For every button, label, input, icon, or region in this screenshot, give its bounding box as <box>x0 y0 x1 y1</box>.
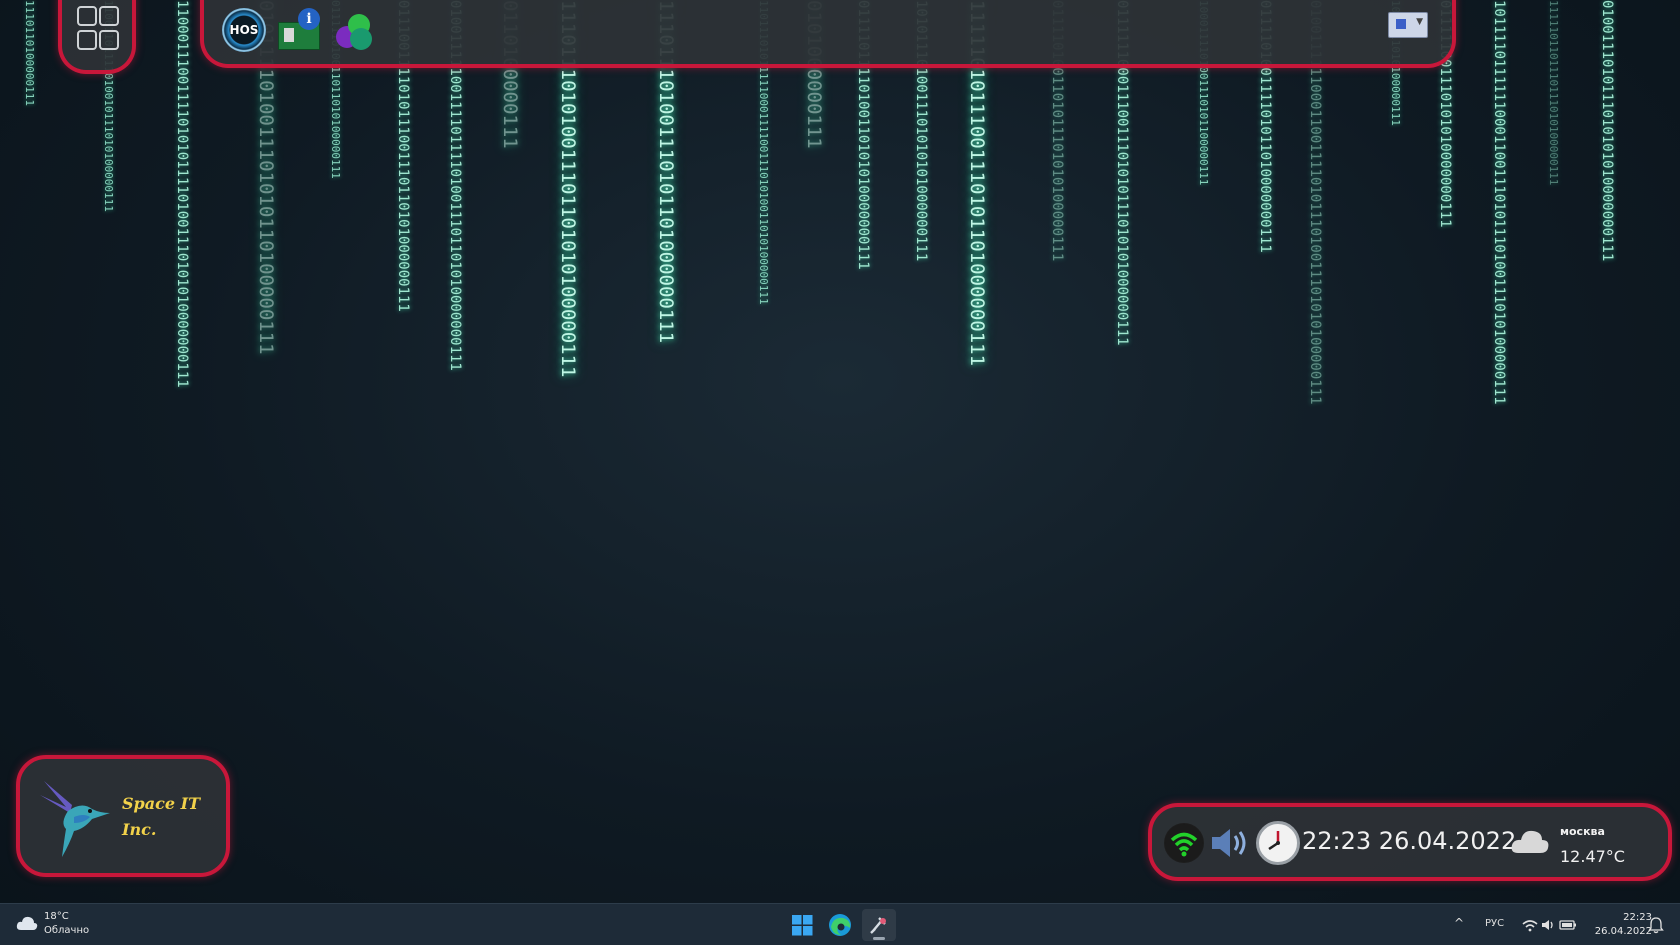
volume-icon[interactable] <box>1208 823 1252 863</box>
brand-widget: Space IT Inc. <box>16 755 230 877</box>
binary-rain-column: 1110110100000111 <box>23 0 36 106</box>
top-dock: HOS i ▼ <box>200 0 1456 68</box>
clock-icon[interactable] <box>1256 821 1300 865</box>
wifi-icon[interactable] <box>1164 823 1204 863</box>
pinned-app-icon <box>870 917 886 934</box>
binary-rain-column: 1011110111111000110011101011101001110101… <box>1491 0 1507 405</box>
tray-volume-icon[interactable] <box>1542 920 1553 930</box>
grid-cell <box>77 30 97 50</box>
dock-options-dropdown[interactable]: ▼ <box>1388 12 1428 38</box>
weather-city: москва <box>1560 825 1605 838</box>
taskbar-weather-condition: Облачно <box>44 925 90 936</box>
taskbar-cloud-icon <box>16 916 38 930</box>
hos-app-icon[interactable]: HOS <box>222 8 266 52</box>
app-grid-icon[interactable] <box>77 6 119 50</box>
taskbar-clock-time[interactable]: 22:23 <box>1580 912 1652 923</box>
tray-battery-icon[interactable] <box>1559 920 1576 930</box>
grid-cell <box>99 30 119 50</box>
binary-rain-column: 1111101101110111010100000111 <box>1547 0 1560 186</box>
binary-rain-column: 0100111010111010101010000000111 <box>1599 0 1615 262</box>
taskbar-clock-date[interactable]: 26.04.2022 <box>1580 926 1652 937</box>
pinned-app-button[interactable] <box>862 909 896 941</box>
brand-name: Space IT Inc. <box>122 794 200 839</box>
edge-browser-icon[interactable] <box>823 909 857 941</box>
start-button[interactable] <box>785 909 819 941</box>
taskbar-weather-widget[interactable]: 18°C Облачно <box>16 910 136 940</box>
status-widget: 22:23 26.04.2022 москва 12.47°C <box>1148 803 1672 881</box>
desktop: 1110110100000111 110011011110100101110101… <box>0 0 1680 945</box>
grid-cell <box>99 6 119 26</box>
tray-status-icons[interactable] <box>1520 915 1580 935</box>
running-indicator <box>873 937 885 940</box>
cloud-weather-icon <box>1511 830 1549 853</box>
date-time-readout: 22:23 26.04.2022 <box>1302 827 1517 855</box>
binary-rain-column: 1100011100111101010111101001110101010000… <box>174 0 190 388</box>
hos-logo-text: HOS <box>229 23 259 37</box>
taskbar: 18°C Облачно ^ РУС 22:23 26.04.2022 <box>0 903 1680 945</box>
swirl-app-icon[interactable] <box>332 8 376 52</box>
hwinfo-app-icon[interactable]: i <box>276 8 320 52</box>
taskbar-weather-temp: 18°C <box>44 911 69 922</box>
app-launcher-widget[interactable] <box>58 0 136 74</box>
tray-overflow-chevron-icon[interactable]: ^ <box>1454 916 1464 930</box>
hummingbird-logo-icon <box>40 781 110 857</box>
input-language-indicator[interactable]: РУС <box>1485 918 1504 929</box>
notification-bell-icon[interactable] <box>1648 916 1664 934</box>
tray-wifi-icon[interactable] <box>1522 920 1538 932</box>
grid-cell <box>77 6 97 26</box>
weather-temperature: 12.47°C <box>1560 847 1625 866</box>
